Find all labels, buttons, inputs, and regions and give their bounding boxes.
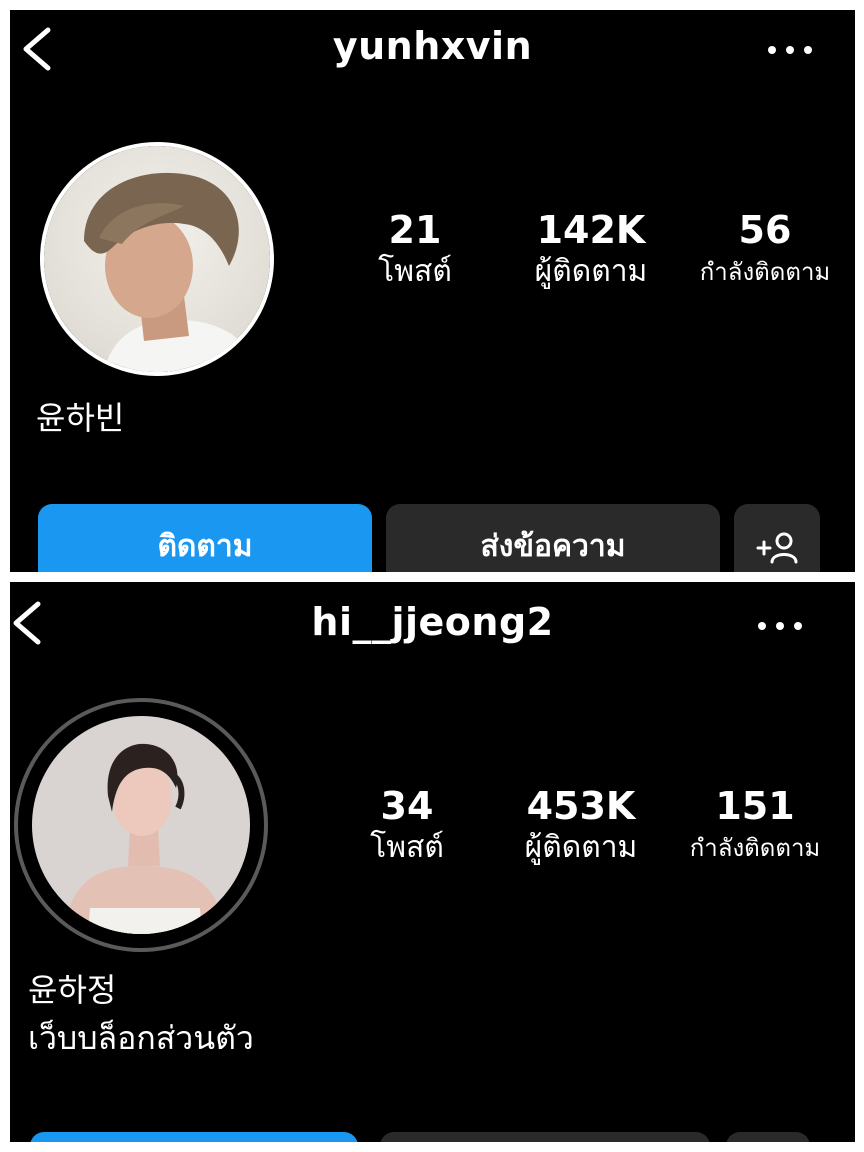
profile-panel-yunhxvin: yunhxvin 21 โพสต์ 142K ผู้ติดตาม 56 กำลั… xyxy=(10,10,855,572)
following-count: 56 xyxy=(738,208,792,252)
followers-count: 142K xyxy=(536,208,646,252)
profile-username: hi__jjeong2 xyxy=(311,600,554,644)
following-label: กำลังติดตาม xyxy=(689,834,821,862)
suggest-people-button[interactable] xyxy=(726,1132,810,1142)
profile-username: yunhxvin xyxy=(332,24,533,68)
message-button[interactable] xyxy=(380,1132,710,1142)
followers-label: ผู้ติดตาม xyxy=(524,830,638,865)
avatar[interactable] xyxy=(44,146,270,372)
message-button[interactable]: ส่งข้อความ xyxy=(386,504,720,572)
followers-label: ผู้ติดตาม xyxy=(534,254,648,289)
more-options-icon[interactable] xyxy=(756,616,806,636)
posts-label: โพสต์ xyxy=(378,254,452,289)
follow-button[interactable]: ติดตาม xyxy=(38,504,372,572)
more-options-icon[interactable] xyxy=(766,40,816,60)
follow-button[interactable] xyxy=(30,1132,358,1142)
following-stat[interactable]: 151 กำลังติดตาม xyxy=(670,784,840,868)
profile-display-name: 윤하정 xyxy=(28,971,117,1009)
following-label: กำลังติดตาม xyxy=(699,258,831,286)
message-button-label: ส่งข้อความ xyxy=(480,529,626,564)
posts-count: 34 xyxy=(380,784,434,828)
suggest-people-button[interactable] xyxy=(734,504,820,572)
profile-bio: เว็บบล็อกส่วนตัว xyxy=(28,1019,254,1057)
followers-stat[interactable]: 142K ผู้ติดตาม xyxy=(506,208,676,292)
posts-stat[interactable]: 21 โพสต์ xyxy=(330,208,500,292)
posts-count: 21 xyxy=(388,208,442,252)
posts-label: โพสต์ xyxy=(370,830,444,865)
following-count: 151 xyxy=(715,784,795,828)
profile-display-name: 윤하빈 xyxy=(36,399,125,437)
followers-count: 453K xyxy=(526,784,636,828)
followers-stat[interactable]: 453K ผู้ติดตาม xyxy=(496,784,666,868)
posts-stat[interactable]: 34 โพสต์ xyxy=(322,784,492,868)
profile-panel-hi-jjeong2: hi__jjeong2 34 โพสต์ 453K ผู้ติดตาม 151 xyxy=(10,582,855,1142)
add-person-icon xyxy=(756,532,798,564)
avatar[interactable] xyxy=(32,716,250,934)
following-stat[interactable]: 56 กำลังติดตาม xyxy=(680,208,850,292)
follow-button-label: ติดตาม xyxy=(157,529,253,564)
